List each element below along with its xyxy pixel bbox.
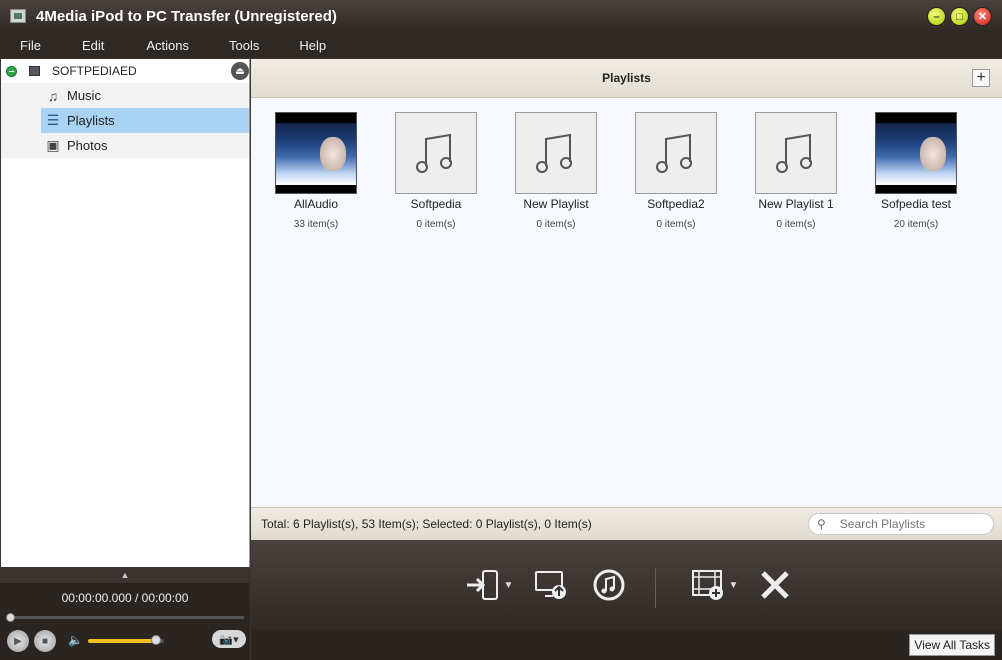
volume-icon: 🔈: [68, 633, 83, 647]
playlist-count: 0 item(s): [656, 219, 696, 230]
selected-highlight: ☰ Playlists: [41, 108, 249, 133]
seek-slider[interactable]: [6, 613, 244, 622]
export-to-itunes-button[interactable]: [589, 568, 629, 602]
playlist-name: New Playlist: [523, 197, 589, 211]
playlist-thumbnail: [875, 112, 957, 194]
status-text: Total: 6 Playlist(s), 53 Item(s); Select…: [261, 517, 592, 531]
close-button[interactable]: ✕: [973, 7, 992, 26]
view-all-tasks-button[interactable]: View All Tasks: [909, 634, 995, 656]
stop-button[interactable]: ■: [34, 630, 56, 652]
title-bar: 4Media iPod to PC Transfer (Unregistered…: [0, 0, 1002, 32]
status-bar: Total: 6 Playlist(s), 53 Item(s); Select…: [251, 507, 1002, 540]
toolbar-divider: [655, 568, 656, 608]
add-video-button[interactable]: ▼: [683, 568, 745, 602]
add-video-icon: [691, 570, 723, 600]
window-controls: – □ ✕: [927, 7, 992, 26]
playlist-tile-new-playlist[interactable]: New Playlist 0 item(s): [506, 112, 606, 230]
minimize-button[interactable]: –: [927, 7, 946, 26]
music-note-icon: [515, 112, 597, 194]
sidebar-item-photos[interactable]: ▣ Photos: [1, 133, 249, 158]
playlist-name: New Playlist 1: [758, 197, 834, 211]
playlist-count: 33 item(s): [293, 219, 339, 230]
add-playlist-button[interactable]: +: [972, 69, 990, 87]
delete-icon: [761, 571, 789, 599]
menu-help[interactable]: Help: [299, 38, 326, 53]
playlist-tile-sofpedia-test[interactable]: Sofpedia test 20 item(s): [866, 112, 966, 230]
music-note-icon: [395, 112, 477, 194]
eject-icon[interactable]: ⏏: [231, 62, 249, 80]
media-player: ▲ 00:00:00.000 / 00:00:00 ▶ ■ 🔈 📷▾: [0, 567, 250, 660]
playlist-count: 20 item(s): [893, 219, 939, 230]
sidebar-item-playlists[interactable]: ☰ Playlists: [1, 108, 249, 133]
photo-icon: ▣: [46, 137, 60, 153]
music-note-icon: [755, 112, 837, 194]
music-note-icon: ♫: [47, 87, 59, 104]
task-bar: View All Tasks: [251, 630, 1002, 660]
volume-slider[interactable]: [88, 635, 164, 645]
content-header: Playlists +: [251, 59, 1002, 98]
search-input[interactable]: [839, 517, 980, 531]
playlist-icon: ☰: [46, 112, 60, 128]
device-status-icon: [6, 65, 17, 77]
playlist-name: Softpedia2: [647, 197, 705, 211]
snapshot-button[interactable]: 📷▾: [212, 630, 246, 648]
action-toolbar: ▼ ▼: [251, 540, 1002, 630]
window-title: 4Media iPod to PC Transfer (Unregistered…: [36, 7, 337, 25]
playlist-name: Sofpedia test: [880, 197, 952, 211]
sidebar-item-label: Photos: [67, 138, 108, 153]
playlist-tile-allaudio[interactable]: AllAudio 33 item(s): [266, 112, 366, 230]
sidebar: SOFTPEDIAED ⏏ ♫ Music ☰ Playlists ▣ Phot…: [1, 59, 250, 567]
export-to-pc-button[interactable]: [531, 568, 571, 602]
play-button[interactable]: ▶: [7, 630, 29, 652]
sidebar-item-label: Music: [67, 88, 101, 103]
playlist-grid: AllAudio 33 item(s) Softpedia 0 item(s) …: [251, 98, 1002, 507]
menu-actions[interactable]: Actions: [146, 38, 189, 53]
chevron-down-icon[interactable]: ▼: [729, 580, 739, 591]
export-to-pc-icon: [535, 571, 566, 599]
playlist-name: AllAudio: [293, 197, 339, 211]
playlist-count: 0 item(s): [536, 219, 576, 230]
import-to-device-icon: [466, 570, 498, 600]
playlist-count: 0 item(s): [776, 219, 816, 230]
import-to-device-button[interactable]: ▼: [461, 568, 517, 602]
search-icon: ⚲: [817, 517, 826, 531]
menu-file[interactable]: File: [20, 38, 41, 53]
playlist-tile-softpedia[interactable]: Softpedia 0 item(s): [386, 112, 486, 230]
app-icon: [10, 9, 26, 23]
menu-edit[interactable]: Edit: [82, 38, 104, 53]
playlist-tile-softpedia2[interactable]: Softpedia2 0 item(s): [626, 112, 726, 230]
player-time: 00:00:00.000 / 00:00:00: [61, 591, 189, 605]
music-note-icon: [635, 112, 717, 194]
device-name: SOFTPEDIAED: [52, 64, 137, 78]
device-icon: [29, 66, 40, 76]
device-row[interactable]: SOFTPEDIAED ⏏: [1, 59, 249, 83]
sidebar-item-music[interactable]: ♫ Music: [1, 83, 249, 108]
seek-knob[interactable]: [6, 613, 15, 622]
menu-bar: File Edit Actions Tools Help: [0, 32, 1002, 58]
search-box[interactable]: ⚲: [808, 513, 994, 535]
sidebar-item-label: Playlists: [67, 113, 115, 128]
chevron-down-icon[interactable]: ▼: [504, 580, 514, 591]
delete-button[interactable]: [755, 568, 795, 602]
export-to-itunes-icon: [593, 569, 625, 601]
volume-knob[interactable]: [151, 635, 162, 645]
menu-tools[interactable]: Tools: [229, 38, 259, 53]
volume-fill: [88, 639, 157, 643]
playlist-count: 0 item(s): [416, 219, 456, 230]
collapse-handle[interactable]: ▲: [0, 567, 250, 583]
maximize-button[interactable]: □: [950, 7, 969, 26]
content-title: Playlists: [602, 71, 651, 85]
playlist-thumbnail: [275, 112, 357, 194]
playlist-name: Softpedia: [410, 197, 462, 211]
playlist-tile-new-playlist-1[interactable]: New Playlist 1 0 item(s): [746, 112, 846, 230]
